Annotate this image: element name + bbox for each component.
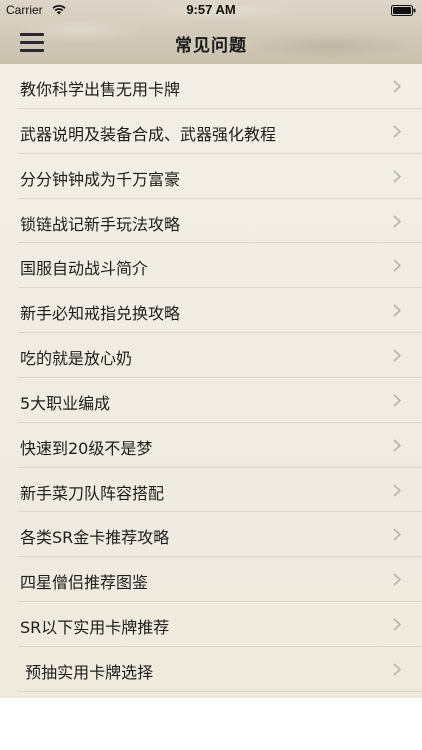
chevron-right-icon xyxy=(393,484,401,497)
list-item[interactable]: 吃的就是放心奶 xyxy=(0,333,422,378)
battery-icon xyxy=(391,5,416,16)
chevron-right-icon xyxy=(393,259,401,272)
list-item[interactable]: 快速到20级不是梦 xyxy=(0,423,422,468)
list-item-label: 预抽实用卡牌选择 xyxy=(20,662,154,682)
list-item[interactable]: 四星僧侣推荐图鉴 xyxy=(0,557,422,602)
list-item-label: 吃的就是放心奶 xyxy=(20,349,133,369)
list-item[interactable]: 武器说明及装备合成、武器强化教程 xyxy=(0,109,422,154)
app-screen: Carrier 9:57 AM 常见问题 教你科学出售无用卡牌 武器说明及装备合… xyxy=(0,0,422,750)
list-item-label: 5大职业编成 xyxy=(20,393,111,413)
list-item[interactable]: 5大职业编成 xyxy=(0,378,422,423)
list-item[interactable]: 分分钟钟成为千万富豪 xyxy=(0,154,422,199)
list-item-label: SR以下实用卡牌推荐 xyxy=(20,618,170,638)
list-item[interactable]: 各类SR金卡推荐攻略 xyxy=(0,512,422,558)
chevron-right-icon xyxy=(393,528,401,542)
list-item-label: 国服自动战斗简介 xyxy=(20,259,149,279)
list-item[interactable]: 教你科学出售无用卡牌 xyxy=(0,64,422,109)
status-time: 9:57 AM xyxy=(186,2,236,17)
list-item-label: 各类SR金卡推荐攻略 xyxy=(20,528,170,548)
chevron-right-icon xyxy=(393,663,401,676)
list-item-label: 武器说明及装备合成、武器强化教程 xyxy=(20,124,277,144)
list-item[interactable]: 预抽实用卡牌选择 xyxy=(0,647,422,692)
navigation-bar: 常见问题 xyxy=(0,20,422,64)
chevron-right-icon xyxy=(393,349,401,362)
list-item-label: 四星僧侣推荐图鉴 xyxy=(20,573,149,593)
chevron-right-icon xyxy=(393,214,401,228)
list-item-label: 教你科学出售无用卡牌 xyxy=(20,80,181,99)
faq-list: 教你科学出售无用卡牌 武器说明及装备合成、武器强化教程 分分钟钟成为千万富豪 锁… xyxy=(0,64,422,698)
empty-area xyxy=(0,698,422,750)
chevron-right-icon xyxy=(393,125,401,138)
page-title: 常见问题 xyxy=(175,36,247,56)
chevron-right-icon xyxy=(393,80,401,93)
header: Carrier 9:57 AM 常见问题 xyxy=(0,0,422,64)
status-bar: Carrier 9:57 AM xyxy=(0,0,422,20)
list-item-label: 分分钟钟成为千万富豪 xyxy=(20,169,181,189)
chevron-right-icon xyxy=(393,394,401,407)
list-item[interactable]: 新手菜刀队阵容搭配 xyxy=(0,468,422,513)
list-item-label: 快速到20级不是梦 xyxy=(20,438,153,458)
chevron-right-icon xyxy=(393,304,401,317)
chevron-right-icon xyxy=(393,439,401,452)
chevron-right-icon xyxy=(393,573,401,586)
list-item[interactable]: 锁链战记新手玩法攻略 xyxy=(0,199,422,244)
list-item-label: 新手必知戒指兑换攻略 xyxy=(20,304,181,324)
chevron-right-icon xyxy=(393,618,401,631)
list-item[interactable]: SR以下实用卡牌推荐 xyxy=(0,602,422,647)
list-item[interactable]: 国服自动战斗简介 xyxy=(0,243,422,289)
list-item-label: 锁链战记新手玩法攻略 xyxy=(20,214,181,234)
list-item-label: 新手菜刀队阵容搭配 xyxy=(20,483,165,503)
chevron-right-icon xyxy=(393,170,401,183)
list-item[interactable]: 新手必知戒指兑换攻略 xyxy=(0,288,422,333)
